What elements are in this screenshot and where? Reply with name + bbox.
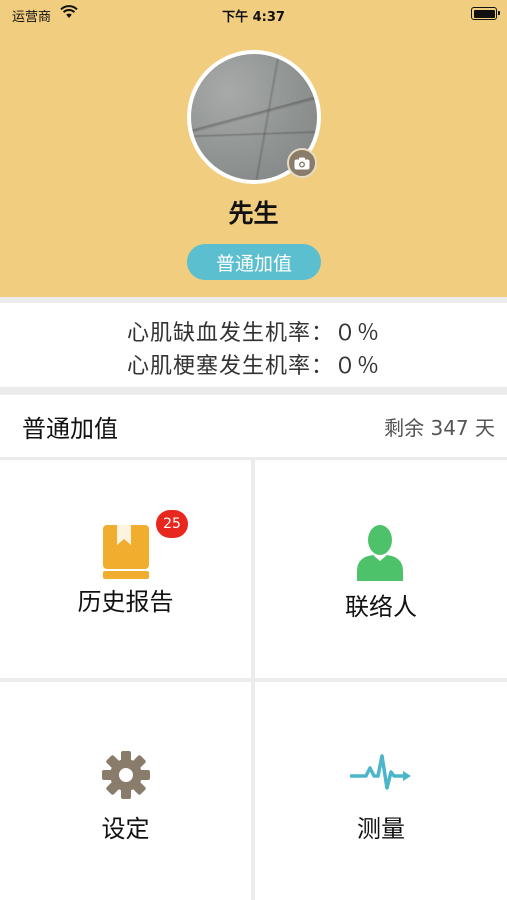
measure-tile[interactable]: 测量 [255, 682, 507, 900]
heartbeat-icon [350, 754, 411, 790]
membership-button[interactable]: 普通加值 [187, 244, 321, 280]
risk-stats: 心肌缺血发生机率：０％ 心肌梗塞发生机率：０％ [0, 303, 507, 387]
profile-header: 运营商 下午 4:37 先生 普通加值 [0, 0, 507, 297]
plan-remaining-days: 剩余 347 天 [384, 416, 495, 440]
infarction-rate: 心肌梗塞发生机率：０％ [126, 354, 380, 379]
settings-tile[interactable]: 设定 [0, 682, 251, 900]
contact-person-icon [357, 525, 403, 581]
report-book-icon [103, 525, 149, 579]
contacts-tile[interactable]: 联络人 [255, 460, 507, 678]
history-report-tile[interactable]: 25 历史报告 [0, 460, 251, 678]
tile-label: 设定 [101, 815, 150, 843]
camera-icon[interactable] [287, 148, 317, 178]
status-time: 下午 4:37 [222, 10, 285, 25]
ischemia-rate: 心肌缺血发生机率：０％ [126, 321, 380, 346]
gear-icon [102, 751, 150, 799]
tile-label: 联络人 [345, 593, 417, 621]
plan-title: 普通加值 [22, 415, 118, 443]
battery-icon [471, 7, 500, 20]
report-count-badge: 25 [156, 510, 188, 538]
status-bar: 运营商 下午 4:37 [0, 0, 507, 28]
tile-label: 测量 [357, 815, 405, 843]
user-name: 先生 [228, 199, 279, 228]
plan-row: 普通加值 剩余 347 天 [0, 395, 507, 457]
tile-label: 历史报告 [77, 588, 174, 616]
